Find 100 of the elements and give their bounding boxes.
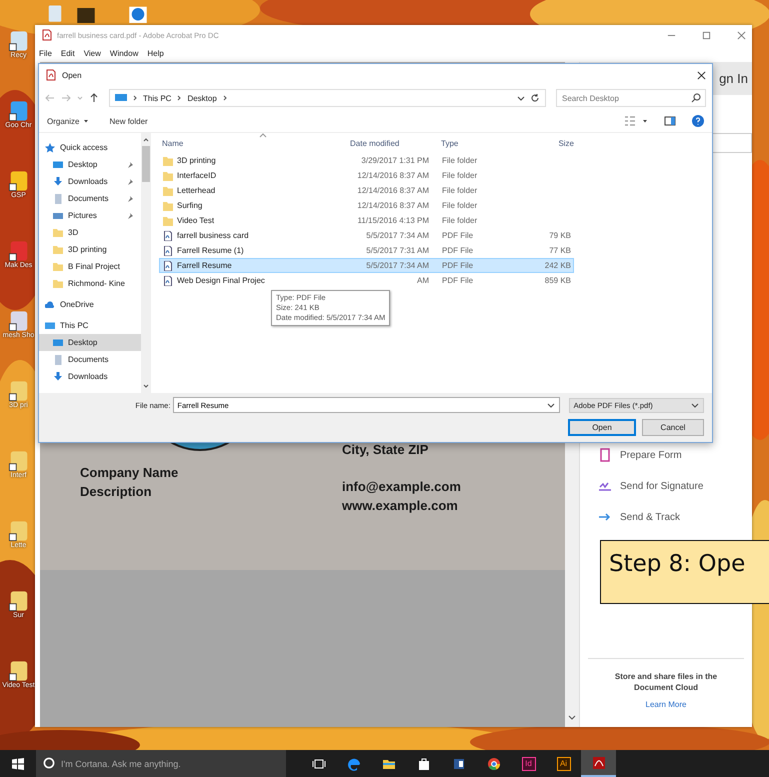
shortcut-icon[interactable]	[8, 100, 30, 122]
nav-item[interactable]: OneDrive	[39, 296, 141, 313]
file-row[interactable]: InterfaceID 12/14/2016 8:37 AM File folder	[159, 168, 574, 183]
file-row[interactable]: 3D printing 3/29/2017 1:31 PM File folder	[159, 153, 574, 168]
search-field[interactable]: I'm Cortana. Ask me anything.	[36, 750, 286, 777]
nav-item[interactable]: Desktop	[39, 156, 141, 173]
chevron-icon	[222, 95, 228, 101]
up-icon[interactable]	[89, 93, 99, 103]
column-header[interactable]: Date modified	[350, 138, 436, 148]
open-button[interactable]: Open	[568, 419, 636, 436]
scroll-thumb[interactable]	[142, 146, 150, 182]
menu-item[interactable]: View	[84, 49, 101, 58]
file-row[interactable]: Web Design Final Projec AM PDF File 859 KB	[159, 273, 574, 288]
column-header[interactable]: Type	[436, 138, 517, 148]
breadcrumb-item[interactable]: Desktop	[187, 94, 217, 102]
table-cell-text: 12/14/2016 8:37 AM	[356, 201, 430, 210]
dropdown-icon[interactable]	[546, 401, 555, 409]
cortana-icon	[43, 757, 55, 769]
pdf-app-icon	[592, 756, 606, 770]
preview-pane-icon[interactable]	[664, 115, 676, 127]
shortcut-icon[interactable]	[8, 660, 30, 682]
pdf-file-icon	[163, 276, 173, 286]
tool-item[interactable]: Send & Track	[598, 510, 752, 524]
tool-icon	[598, 448, 612, 462]
file-row[interactable]: Video Test 11/15/2016 4:13 PM File folder	[159, 213, 574, 228]
table-cell-text: 12/14/2016 8:37 AM	[356, 186, 430, 195]
nav-item[interactable]: This PC	[39, 317, 141, 334]
search-field[interactable]: Search Desktop	[556, 89, 706, 107]
pin-icon[interactable]	[127, 178, 133, 184]
file-row[interactable]: Letterhead 12/14/2016 8:37 AM File folder	[159, 183, 574, 198]
shortcut-icon[interactable]	[8, 30, 30, 52]
shortcut-icon[interactable]	[8, 450, 30, 472]
shortcut-icon[interactable]	[8, 170, 30, 192]
dropdown-icon[interactable]	[517, 94, 525, 102]
tool-item[interactable]: Prepare Form	[598, 448, 752, 462]
file-row[interactable]: Farrell Resume 5/5/2017 7:34 AM PDF File 242 KB	[159, 258, 574, 273]
nav-item[interactable]: Documents	[39, 190, 141, 207]
cancel-button[interactable]: Cancel	[642, 419, 704, 436]
table-cell-text: File folder	[441, 201, 478, 210]
scroll-up-icon[interactable]	[143, 137, 149, 143]
pdf-file-icon	[163, 230, 173, 240]
file-name: Surfing	[177, 201, 202, 210]
file-name: Farrell Resume (1)	[177, 246, 244, 255]
sign-in-link[interactable]: gn In	[719, 71, 748, 86]
pin-icon[interactable]	[127, 162, 133, 168]
nav-item[interactable]: Quick access	[39, 139, 141, 156]
download-icon	[53, 176, 63, 186]
menu-item[interactable]: Window	[110, 49, 138, 58]
shortcut-icon[interactable]	[8, 380, 30, 402]
file-row[interactable]: Farrell Resume (1) 5/5/2017 7:31 AM PDF File 77 KB	[159, 243, 574, 258]
nav-item[interactable]: Documents	[39, 351, 141, 368]
taskbar-app[interactable]: Ai	[546, 750, 581, 777]
address-bar[interactable]: This PC Desktop	[109, 89, 546, 107]
nav-item[interactable]: Downloads	[39, 368, 141, 385]
nav-item[interactable]: 3D printing	[39, 241, 141, 258]
menu-item[interactable]: File	[39, 49, 52, 58]
tool-item[interactable]: Send for Signature	[598, 479, 752, 493]
shortcut-icon[interactable]	[8, 310, 30, 332]
table-cell-text: PDF File	[441, 246, 474, 255]
nav-item[interactable]: B Final Project	[39, 258, 141, 275]
organize-menu[interactable]: Organize	[47, 116, 90, 126]
view-options-icon[interactable]	[624, 115, 636, 127]
caret-icon[interactable]	[642, 118, 648, 124]
refresh-icon[interactable]	[530, 93, 540, 103]
shortcut-icon[interactable]	[8, 240, 30, 262]
table-cell-text: File folder	[441, 216, 478, 225]
scroll-down-icon[interactable]	[143, 383, 149, 389]
pin-icon[interactable]	[127, 212, 133, 218]
nav-item[interactable]: Downloads	[39, 173, 141, 190]
shopping-bag-icon	[416, 756, 430, 770]
column-header[interactable]: Name	[159, 138, 350, 148]
maximize-icon[interactable]	[702, 30, 711, 40]
help-icon[interactable]	[692, 115, 704, 127]
new-folder-button[interactable]: New folder	[109, 116, 148, 126]
menu-item[interactable]: Help	[147, 49, 164, 58]
nav-item[interactable]: 3D	[39, 224, 141, 241]
pc-icon	[45, 320, 55, 330]
scrollbar[interactable]	[141, 133, 151, 393]
table-cell-text: 5/5/2017 7:34 AM	[365, 231, 430, 240]
nav-item[interactable]: Richmond- Kine	[39, 275, 141, 292]
pin-icon[interactable]	[127, 196, 133, 202]
file-row[interactable]: Surfing 12/14/2016 8:37 AM File folder	[159, 198, 574, 213]
column-header[interactable]: Size	[517, 138, 574, 148]
pdf-icon	[45, 69, 57, 81]
search-icon	[691, 93, 701, 103]
learn-more-link[interactable]: Learn More	[646, 700, 686, 709]
taskbar-app[interactable]: Id	[511, 750, 546, 777]
nav-item[interactable]: Desktop	[39, 334, 141, 351]
breadcrumb-item[interactable]: This PC	[143, 94, 172, 102]
scroll-down-icon[interactable]	[568, 713, 576, 721]
card-text: Description	[80, 483, 153, 501]
menu-item[interactable]: Edit	[60, 49, 75, 58]
chevron-icon	[176, 95, 182, 101]
windows-icon[interactable]	[12, 758, 24, 770]
close-icon[interactable]	[697, 70, 706, 80]
shortcut-icon[interactable]	[8, 520, 30, 542]
shortcut-icon[interactable]	[8, 590, 30, 612]
pc-icon	[115, 92, 127, 104]
file-row[interactable]: farrell business card 5/5/2017 7:34 AM PDF File 79 KB	[159, 228, 574, 243]
nav-item[interactable]: Pictures	[39, 207, 141, 224]
